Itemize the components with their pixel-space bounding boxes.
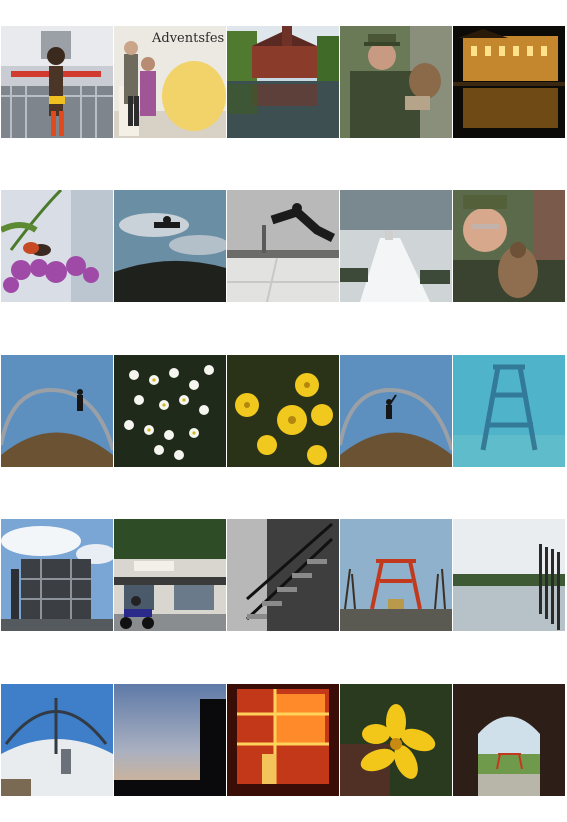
thumbnail-jumper-powerplant[interactable] — [227, 190, 339, 302]
thumbnail-steel-staircase[interactable] — [227, 519, 339, 631]
thumbnail-gallery: Adventsfes — [0, 0, 567, 822]
thumbnail-castle-night[interactable] — [453, 26, 565, 138]
thumbnail-dusk-silhouette[interactable] — [114, 684, 226, 796]
thumbnail-yellow-flower[interactable] — [340, 684, 452, 796]
thumbnail-butterfly-flowers[interactable] — [1, 190, 113, 302]
thumbnail-scarecrow-bridge[interactable] — [1, 26, 113, 138]
thumbnail-snowy-arch[interactable] — [1, 684, 113, 796]
thumbnail-snow-stairway[interactable] — [340, 190, 452, 302]
gallery-row-1: Adventsfes — [0, 26, 567, 138]
thumbnail-zollverein-headframe[interactable] — [340, 519, 452, 631]
thumbnail-white-daisies[interactable] — [114, 355, 226, 467]
thumbnail-sign-text: Adventsfes — [151, 31, 224, 46]
gallery-row-4 — [0, 519, 567, 631]
thumbnail-industrial-plant[interactable] — [1, 519, 113, 631]
thumbnail-advent-market[interactable]: Adventsfes — [114, 26, 226, 138]
thumbnail-falconer-closeup[interactable] — [453, 190, 565, 302]
thumbnail-falconer-portrait[interactable] — [340, 26, 452, 138]
thumbnail-castle-pond[interactable] — [227, 26, 339, 138]
gallery-row-5 — [0, 684, 567, 796]
thumbnail-arch-hill-dancer[interactable] — [340, 355, 452, 467]
thumbnail-brick-archway[interactable] — [453, 684, 565, 796]
thumbnail-orange-stairwell[interactable] — [227, 684, 339, 796]
gallery-row-3 — [0, 355, 567, 467]
gallery-row-2 — [0, 190, 567, 302]
thumbnail-arch-hill-jumper[interactable] — [1, 355, 113, 467]
thumbnail-yellow-daisies[interactable] — [227, 355, 339, 467]
thumbnail-jumper-slag-heap[interactable] — [114, 190, 226, 302]
thumbnail-snack-bar-scooter[interactable] — [114, 519, 226, 631]
thumbnail-lake-sculpture[interactable] — [453, 519, 565, 631]
thumbnail-headframe-blue[interactable] — [453, 355, 565, 467]
